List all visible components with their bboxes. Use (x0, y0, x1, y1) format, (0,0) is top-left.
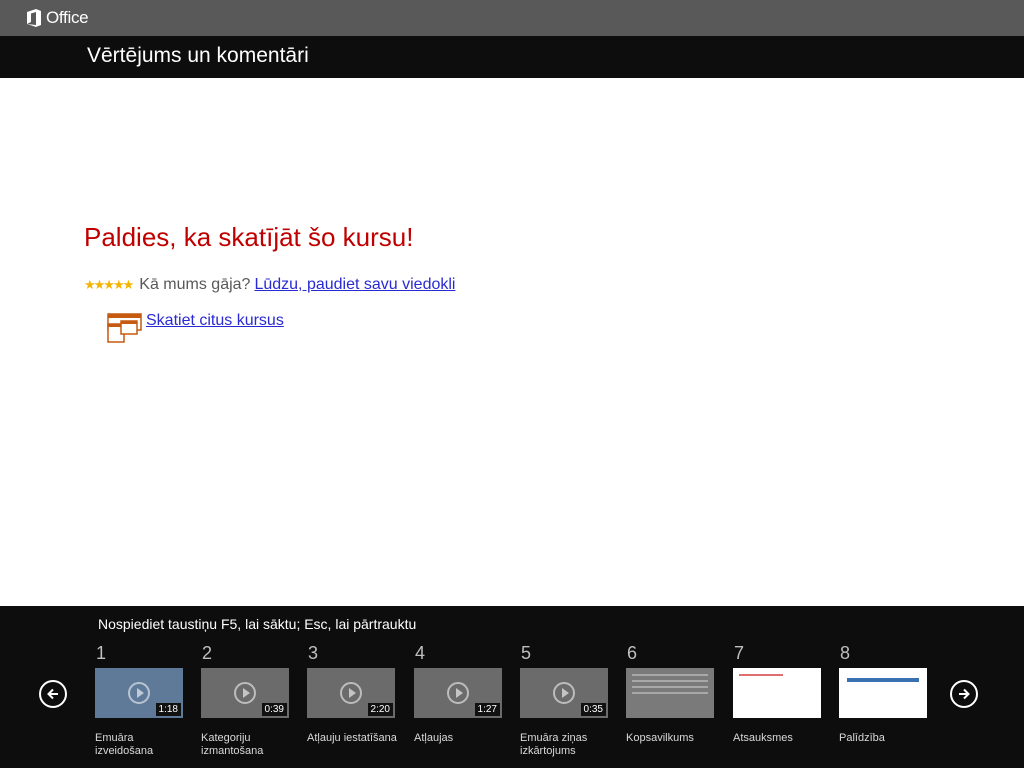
slide-label: Atsauksmes (733, 732, 793, 744)
play-icon (447, 682, 469, 704)
more-courses-row: Skatiet citus kursus (107, 312, 284, 344)
play-icon (128, 682, 150, 704)
courses-windows-icon (107, 313, 142, 343)
slide-label: Atļaujas (414, 732, 454, 744)
slide-7[interactable]: 7 Atsauksmes (733, 642, 823, 745)
office-topbar: Office (0, 0, 1024, 36)
slide-thumbnail: 1:18 (95, 668, 183, 718)
slide-number: 6 (627, 643, 638, 663)
slide-number: 5 (521, 643, 532, 663)
slide-thumbnails: 1 1:18 Emuāra izveidošana 2 0:39 Kategor… (0, 606, 1024, 768)
duration-badge: 1:27 (474, 703, 500, 716)
slide-1[interactable]: 1 1:18 Emuāra izveidošana (95, 642, 185, 758)
feedback-link[interactable]: Lūdzu, paudiet savu viedokli (254, 276, 455, 294)
slide-number: 7 (734, 643, 745, 663)
slide-4[interactable]: 4 1:27 Atļaujas (414, 642, 504, 745)
duration-badge: 2:20 (367, 703, 393, 716)
slide-thumbnail (626, 668, 714, 718)
slide-number: 1 (96, 643, 107, 663)
slide-3[interactable]: 3 2:20 Atļauju iestatīšana (307, 642, 397, 745)
slide-label: Emuāra izveidošana (95, 732, 154, 757)
duration-badge: 1:18 (155, 703, 181, 716)
slide-2[interactable]: 2 0:39 Kategoriju izmantošana (201, 642, 291, 758)
slide-number: 2 (202, 643, 213, 663)
slide-6[interactable]: 6 Kopsavilkums (626, 642, 716, 745)
slide-5[interactable]: 5 0:35 Emuāra ziņas izkārtojums (520, 642, 610, 758)
duration-badge: 0:39 (261, 703, 287, 716)
more-courses-link[interactable]: Skatiet citus kursus (146, 312, 284, 330)
logo-text: Office (46, 8, 89, 27)
office-logo-icon (27, 9, 41, 27)
slide-8[interactable]: 8 Palīdzība (839, 642, 929, 745)
page-title: Vērtējums un komentāri (87, 44, 309, 67)
slide-label: Kopsavilkums (626, 732, 694, 744)
rating-question: Kā mums gāja? (139, 276, 251, 293)
rating-stars-icon: ★★★★★ (84, 277, 134, 292)
title-bar: Vērtējums un komentāri (0, 36, 1024, 78)
slide-number: 8 (840, 643, 851, 663)
thumbnail-preview (739, 674, 783, 676)
slide-label: Palīdzība (839, 732, 885, 744)
office-logo[interactable]: Office (26, 8, 89, 28)
play-icon (553, 682, 575, 704)
slide-number: 3 (308, 643, 319, 663)
slide-label: Kategoriju izmantošana (201, 732, 264, 757)
main-content: Paldies, ka skatījāt šo kursu! ★★★★★ Kā … (0, 78, 1024, 606)
slide-navigation-bar: Nospiediet taustiņu F5, lai sāktu; Esc, … (0, 606, 1024, 768)
thanks-heading: Paldies, ka skatījāt šo kursu! (84, 222, 414, 252)
rating-row: ★★★★★ Kā mums gāja? Lūdzu, paudiet savu … (84, 276, 455, 294)
duration-badge: 0:35 (580, 703, 606, 716)
slide-thumbnail: 2:20 (307, 668, 395, 718)
slide-thumbnail (733, 668, 821, 718)
thumbnail-preview (847, 678, 919, 682)
slide-thumbnail: 1:27 (414, 668, 502, 718)
slide-label: Emuāra ziņas izkārtojums (520, 732, 588, 757)
play-icon (234, 682, 256, 704)
slide-thumbnail: 0:39 (201, 668, 289, 718)
slide-thumbnail: 0:35 (520, 668, 608, 718)
thumbnail-preview (632, 674, 708, 698)
play-icon (340, 682, 362, 704)
slide-label: Atļauju iestatīšana (307, 732, 397, 744)
slide-thumbnail (839, 668, 927, 718)
slide-number: 4 (415, 643, 426, 663)
